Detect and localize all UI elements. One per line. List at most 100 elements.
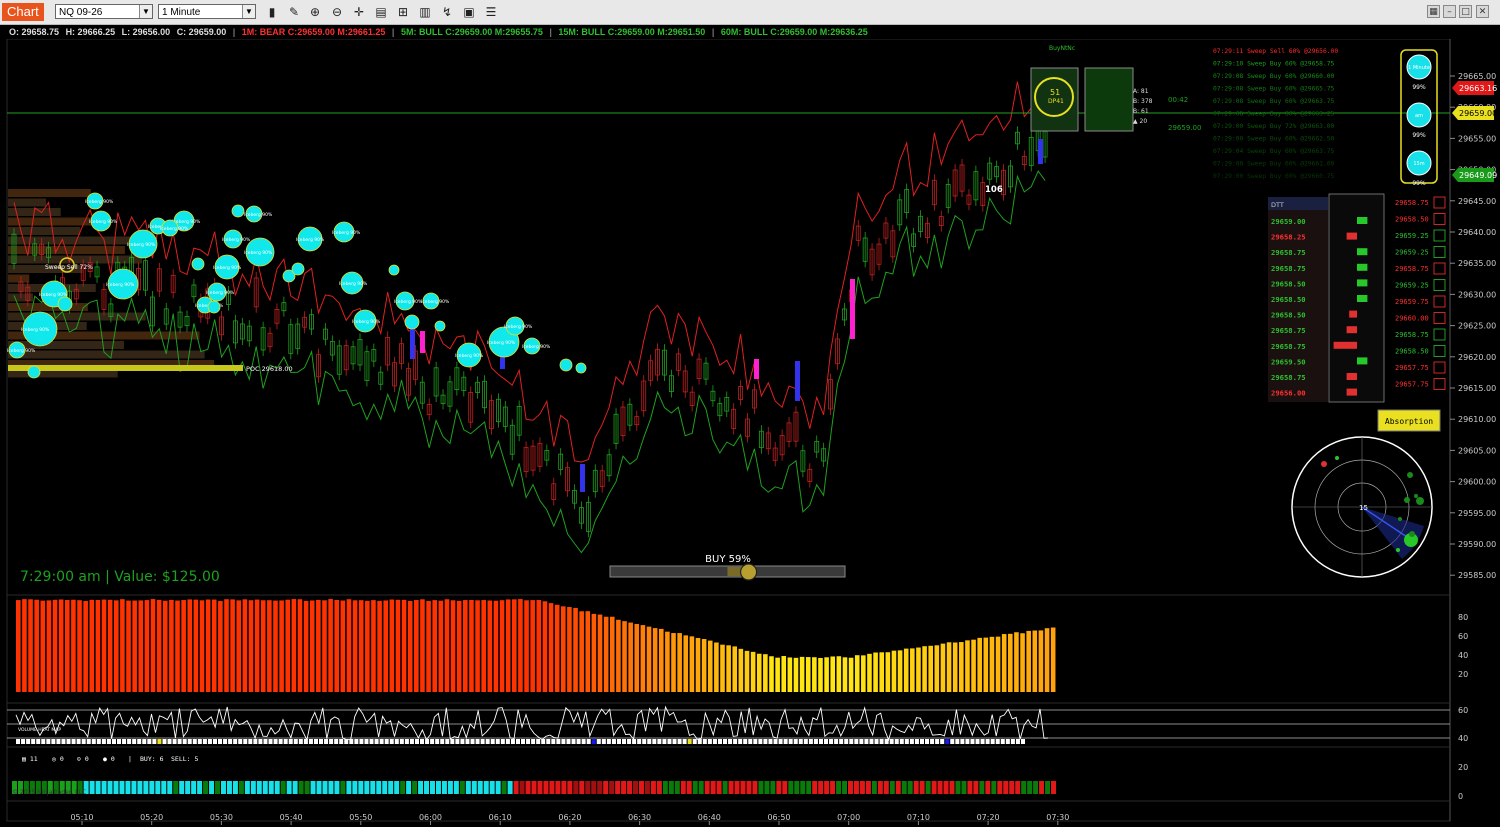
time-tick-label: 07:20 (977, 813, 1000, 822)
heatmap-cell (515, 739, 520, 744)
maximize-icon[interactable]: □ (1459, 5, 1472, 18)
heatmap-cell (21, 739, 26, 744)
ask-count: A: 81 (1133, 88, 1149, 95)
grid-icon[interactable]: ▦ (1427, 5, 1440, 18)
delta-cell (191, 781, 197, 794)
heat-bar (107, 599, 113, 692)
heat-bar (71, 599, 76, 692)
heat-bar (242, 599, 248, 692)
box-price: 29659.00 (1168, 124, 1201, 132)
interval-selector[interactable]: 1 Minute ▼ (158, 4, 256, 19)
time-tick-label: 06:50 (767, 813, 790, 822)
iceberg-label: Iceberg 90% (244, 250, 273, 256)
zoom-out-icon[interactable]: ⊖ (329, 4, 345, 20)
heatmap-cell (298, 739, 303, 744)
chevron-down-icon[interactable]: ▼ (139, 5, 152, 18)
ohlc-close: C: 29659.00 (176, 27, 227, 37)
delta-cell (244, 781, 250, 794)
delta-cell (1027, 781, 1033, 794)
heat-bar (671, 633, 676, 692)
dtt-left-price: 29658.25 (1271, 233, 1306, 242)
chart-tab[interactable]: Chart (2, 3, 44, 21)
heat-bar (414, 600, 419, 692)
heatmap-cell (899, 739, 904, 744)
chart-canvas[interactable]: POC 29618.00 Iceberg 90%Iceberg 90%Icebe… (0, 39, 1500, 827)
heatmap-cell (359, 739, 364, 744)
volume-profile-bar (8, 189, 91, 197)
heatmap-cell (768, 739, 773, 744)
dtt-right-price: 29658.75 (1395, 331, 1429, 339)
delta-cell (406, 781, 412, 794)
buy-gauge-knob[interactable] (739, 563, 758, 581)
iceberg-label: Iceberg 90% (352, 319, 381, 325)
templates-icon[interactable]: ▣ (461, 4, 477, 20)
sweep-log-row: 07:29:00 Sweep Buy 60% @29662.50 (1213, 136, 1335, 143)
draw-tool-icon[interactable]: ✎ (286, 4, 302, 20)
heat-bar (34, 599, 39, 692)
indicators-icon[interactable]: ▥ (417, 4, 433, 20)
heatmap-cell (490, 739, 495, 744)
chevron-down-icon[interactable]: ▼ (242, 5, 255, 18)
heat-bar (518, 599, 523, 692)
heatmap-cell (738, 739, 743, 744)
heatmap-cell (980, 739, 985, 744)
delta-cell (800, 781, 806, 794)
price-tick-label: 29610.00 (1458, 415, 1496, 424)
svg-text:|: | (128, 755, 132, 763)
delta-cell (447, 781, 453, 794)
osc-axis-label: 40 (1458, 734, 1468, 743)
minimize-icon[interactable]: – (1443, 5, 1456, 18)
time-tick-label: 05:20 (140, 813, 163, 822)
crosshair-icon[interactable]: ✛ (351, 4, 367, 20)
delta-cell (507, 781, 513, 794)
tf-gauge-pct: 99% (1412, 132, 1426, 139)
bar-type-icon[interactable]: ▮ (264, 4, 280, 20)
heatmap-cell (248, 739, 253, 744)
heatmap-cell (111, 739, 116, 744)
properties-icon[interactable]: ▤ (373, 4, 389, 20)
delta-cell (125, 781, 131, 794)
delta-cell (549, 781, 555, 794)
current-delta: DP41 (1048, 98, 1064, 105)
iceberg-label: Iceberg 90% (160, 226, 189, 232)
instrument-selector[interactable]: NQ 09-26 ▼ (55, 4, 153, 19)
heatmap-cell (435, 739, 440, 744)
delta-cell (782, 781, 788, 794)
iceberg-bubble (434, 320, 446, 332)
heatmap-cell (637, 739, 642, 744)
list-icon[interactable]: ☰ (483, 4, 499, 20)
delta-cell (949, 781, 955, 794)
delta-cell (274, 781, 280, 794)
heatmap-cell (308, 739, 313, 744)
heatmap-cell (869, 739, 874, 744)
heat-bar (487, 600, 493, 692)
heat-bar (585, 611, 591, 692)
heat-bar (16, 600, 21, 692)
zoom-in-icon[interactable]: ⊕ (307, 4, 323, 20)
heatmap-cell (16, 739, 21, 744)
delta-cell (292, 781, 298, 794)
close-icon[interactable]: ✕ (1476, 5, 1489, 18)
heat-bar (530, 600, 535, 692)
delta-strip (12, 781, 1056, 794)
heat-bar (854, 655, 860, 692)
delta-cell (692, 781, 698, 794)
heat-bar (812, 657, 817, 692)
sweep-log-row: 07:29:08 Sweep Buy 60% @29665.75 (1213, 86, 1335, 93)
iceberg-label: Iceberg 90% (7, 348, 36, 354)
dtt-delta-bar (1346, 232, 1357, 240)
delta-cell (268, 781, 274, 794)
data-series-icon[interactable]: ⊞ (395, 4, 411, 20)
heat-bar (916, 647, 921, 692)
status-buy: BUY: 6 (140, 755, 164, 763)
heat-bar (603, 616, 609, 692)
strategies-icon[interactable]: ↯ (439, 4, 455, 20)
delta-cell (113, 781, 119, 794)
delta-cell (1015, 781, 1021, 794)
heatmap-cell (364, 739, 369, 744)
delta-cell (119, 781, 125, 794)
dtt-delta-bar (1346, 326, 1357, 334)
delta-cell (232, 781, 238, 794)
heatmap-cell (586, 739, 591, 744)
delta-cell (352, 781, 358, 794)
